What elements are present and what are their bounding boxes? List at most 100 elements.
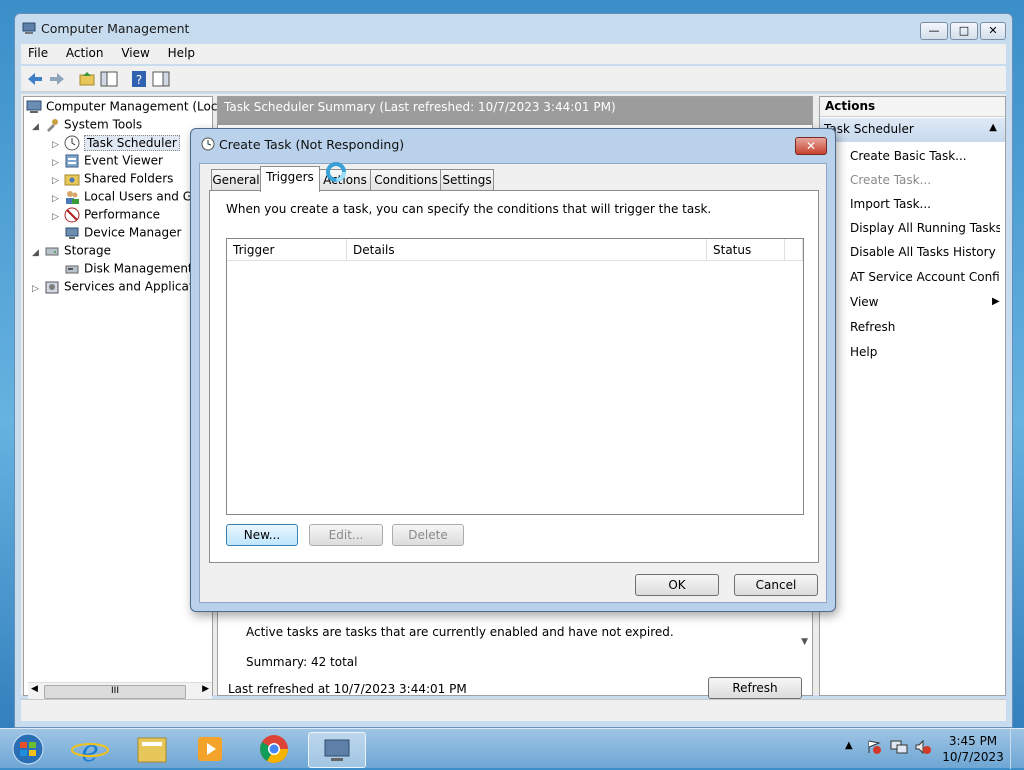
status-bar bbox=[21, 699, 1006, 721]
menu-file[interactable]: File bbox=[21, 44, 55, 62]
action-view[interactable]: View bbox=[850, 295, 1000, 309]
column-header-details[interactable]: Details bbox=[347, 239, 707, 261]
delete-trigger-button: Delete bbox=[392, 524, 464, 546]
svg-text:?: ? bbox=[136, 73, 142, 87]
clock-icon bbox=[201, 137, 215, 154]
menu-bar: File Action View Help bbox=[21, 44, 1006, 64]
collapse-section-icon[interactable]: ▲ bbox=[989, 122, 997, 133]
internet-explorer-icon[interactable]: e bbox=[64, 732, 116, 769]
menu-view[interactable]: View bbox=[114, 44, 156, 62]
tab-triggers[interactable]: Triggers bbox=[260, 166, 320, 192]
expand-arrow-icon[interactable]: ▷ bbox=[52, 212, 64, 222]
services-icon bbox=[44, 279, 60, 295]
svg-text:e: e bbox=[81, 734, 99, 766]
tree-root[interactable]: Computer Management (Local) bbox=[26, 99, 233, 117]
tree-item-performance[interactable]: ▷ Performance bbox=[52, 207, 160, 225]
action-center-flag-icon[interactable] bbox=[866, 739, 882, 758]
tree-item-task-scheduler[interactable]: ▷ Task Scheduler bbox=[52, 134, 180, 153]
file-explorer-icon[interactable] bbox=[126, 732, 178, 766]
forward-arrow-icon[interactable] bbox=[47, 69, 67, 89]
edit-trigger-button: Edit... bbox=[309, 524, 383, 546]
triggers-panel: When you create a task, you can specify … bbox=[209, 190, 819, 563]
scroll-right-arrow-icon[interactable]: ▶ bbox=[202, 684, 209, 694]
show-hidden-icons-arrow[interactable]: ▲ bbox=[845, 740, 853, 751]
expand-arrow-icon[interactable]: ▷ bbox=[52, 158, 64, 168]
action-disable-tasks-history[interactable]: Disable All Tasks History bbox=[850, 245, 1000, 259]
network-icon[interactable] bbox=[890, 739, 908, 758]
action-display-running-tasks[interactable]: Display All Running Tasks bbox=[850, 221, 1000, 235]
tab-conditions[interactable]: Conditions bbox=[370, 169, 442, 191]
collapse-arrow-icon[interactable]: ◢ bbox=[32, 122, 44, 132]
media-player-icon[interactable] bbox=[186, 732, 238, 766]
tab-settings[interactable]: Settings bbox=[440, 169, 494, 191]
help-icon[interactable]: ? bbox=[129, 69, 149, 89]
computer-management-taskbar-icon[interactable] bbox=[308, 732, 366, 768]
window-title: Computer Management bbox=[40, 21, 190, 36]
tree-item-shared-folders[interactable]: ▷ Shared Folders bbox=[52, 171, 173, 189]
tree-item-device-manager[interactable]: Device Manager bbox=[64, 225, 181, 243]
tree-horizontal-scrollbar[interactable]: ◀ III ▶ bbox=[28, 682, 212, 699]
taskbar: e ▲ 3:45 PM 10/7/2023 bbox=[0, 728, 1024, 769]
dialog-title: Create Task (Not Responding) bbox=[218, 137, 405, 152]
shared-folders-icon bbox=[64, 171, 80, 187]
action-import-task[interactable]: Import Task... bbox=[850, 197, 1000, 211]
column-header-trigger[interactable]: Trigger bbox=[227, 239, 347, 261]
scroll-thumb[interactable]: III bbox=[44, 685, 186, 699]
disk-icon bbox=[64, 261, 80, 277]
chrome-icon[interactable] bbox=[248, 732, 300, 766]
actions-section-task-scheduler[interactable]: Task Scheduler ▲ bbox=[820, 118, 1005, 142]
show-desktop-button[interactable] bbox=[1010, 729, 1024, 769]
tab-general[interactable]: General bbox=[211, 169, 261, 191]
busy-cursor-icon bbox=[324, 160, 348, 184]
expand-arrow-icon[interactable]: ▷ bbox=[52, 194, 64, 204]
clock-date[interactable]: 10/7/2023 bbox=[940, 750, 1006, 764]
back-arrow-icon[interactable] bbox=[25, 69, 45, 89]
dialog-close-button[interactable]: ✕ bbox=[795, 137, 827, 155]
tools-icon bbox=[44, 117, 60, 133]
title-bar: Computer Management bbox=[21, 20, 902, 42]
tree-item-event-viewer[interactable]: ▷ Event Viewer bbox=[52, 153, 163, 171]
action-refresh[interactable]: Refresh bbox=[850, 320, 1000, 334]
device-manager-icon bbox=[64, 225, 80, 241]
dialog-body: General Triggers Actions Conditions Sett… bbox=[199, 160, 827, 603]
menu-help[interactable]: Help bbox=[161, 44, 202, 62]
refresh-button[interactable]: Refresh bbox=[708, 677, 802, 699]
storage-icon bbox=[44, 243, 60, 259]
close-button[interactable]: ✕ bbox=[980, 22, 1006, 40]
collapse-arrow-icon[interactable]: ◢ bbox=[32, 248, 44, 258]
cancel-button[interactable]: Cancel bbox=[734, 574, 818, 596]
new-trigger-button[interactable]: New... bbox=[226, 524, 298, 546]
computer-icon bbox=[26, 99, 42, 115]
maximize-button[interactable]: □ bbox=[950, 22, 978, 40]
expand-arrow-icon[interactable]: ▷ bbox=[52, 140, 64, 150]
expand-arrow-icon[interactable]: ▷ bbox=[52, 176, 64, 186]
summary-header: Task Scheduler Summary (Last refreshed: … bbox=[218, 97, 812, 125]
show-hide-tree-icon[interactable] bbox=[99, 69, 119, 89]
action-at-service-account[interactable]: AT Service Account Configuration bbox=[850, 270, 1000, 284]
summary-total: Summary: 42 total bbox=[246, 655, 358, 669]
triggers-description: When you create a task, you can specify … bbox=[226, 202, 712, 216]
show-action-pane-icon[interactable] bbox=[151, 69, 171, 89]
scroll-down-arrow-icon[interactable]: ▼ bbox=[801, 637, 808, 647]
volume-muted-icon[interactable] bbox=[914, 739, 932, 758]
ok-button[interactable]: OK bbox=[635, 574, 719, 596]
tree-item-storage[interactable]: ◢ Storage bbox=[32, 243, 111, 261]
triggers-list[interactable]: Trigger Details Status bbox=[226, 238, 804, 515]
start-orb-icon[interactable] bbox=[2, 732, 54, 766]
column-header-status[interactable]: Status bbox=[707, 239, 785, 261]
action-help[interactable]: Help bbox=[850, 345, 1000, 359]
clock-icon bbox=[64, 135, 80, 151]
tree-item-disk-management[interactable]: Disk Management bbox=[64, 261, 193, 279]
menu-action[interactable]: Action bbox=[59, 44, 111, 62]
up-folder-icon[interactable] bbox=[77, 69, 97, 89]
clock-time[interactable]: 3:45 PM bbox=[940, 734, 1006, 748]
computer-management-icon bbox=[21, 20, 37, 39]
column-header-filler bbox=[785, 239, 803, 261]
action-create-task: Create Task... bbox=[850, 173, 932, 187]
scroll-left-arrow-icon[interactable]: ◀ bbox=[31, 684, 38, 694]
minimize-button[interactable]: — bbox=[920, 22, 948, 40]
action-create-basic-task[interactable]: Create Basic Task... bbox=[850, 149, 1000, 163]
active-tasks-text: Active tasks are tasks that are currentl… bbox=[246, 625, 674, 639]
expand-arrow-icon[interactable]: ▷ bbox=[32, 284, 44, 294]
tree-item-system-tools[interactable]: ◢ System Tools bbox=[32, 117, 142, 135]
